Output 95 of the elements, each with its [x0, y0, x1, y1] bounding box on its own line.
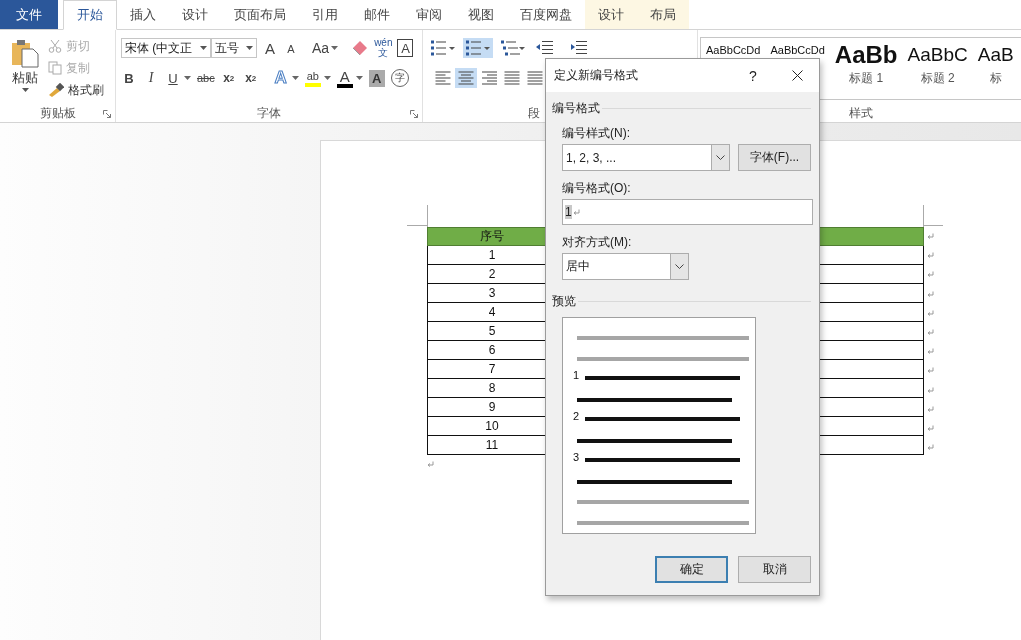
row-end-mark-icon	[927, 328, 934, 336]
ribbon-tab[interactable]: 布局	[637, 0, 689, 29]
paragraph-mark-icon	[427, 461, 434, 468]
italic-button[interactable]: I	[143, 68, 159, 88]
phonetic-guide-button[interactable]: wén 文	[374, 38, 393, 58]
list-icon	[430, 40, 456, 56]
caret-icon[interactable]	[184, 76, 191, 80]
alignment-icon	[435, 71, 451, 85]
row-end-mark-icon	[927, 233, 934, 240]
text-effects-button[interactable]: A	[272, 68, 289, 88]
number-style-dropdown[interactable]: 1, 2, 3, ...	[562, 144, 730, 171]
list-number: 3	[573, 451, 581, 463]
scissors-icon	[48, 39, 62, 53]
group-label: 剪贴板	[39, 104, 76, 122]
shrink-font-button[interactable]: A	[283, 38, 299, 58]
number-format-field[interactable]: 1	[562, 199, 813, 225]
group-label: 段	[528, 104, 540, 122]
list-number: 2	[573, 410, 581, 422]
ok-button[interactable]: 确定	[655, 556, 728, 583]
row-end-mark-icon	[927, 290, 934, 298]
chevron-down-icon	[675, 264, 684, 269]
row-end-mark-icon	[927, 309, 934, 317]
row-end-mark-icon	[927, 386, 934, 394]
row-end-mark-icon	[927, 405, 934, 413]
alignment-icon	[458, 71, 474, 85]
dialog-launcher-icon[interactable]	[410, 110, 418, 118]
alignment-icon	[481, 71, 497, 85]
field-label: 编号格式(O):	[562, 181, 632, 195]
row-end-mark-icon	[927, 271, 934, 279]
eraser-icon[interactable]	[351, 40, 370, 56]
clipboard-icon	[10, 38, 40, 68]
paste-button[interactable]: 粘贴	[8, 36, 42, 104]
font-button[interactable]: 字体(F)...	[738, 144, 811, 171]
row-end-mark-icon	[927, 444, 934, 452]
ribbon-tab[interactable]: 设计	[585, 0, 637, 29]
dialog-launcher-icon[interactable]	[103, 110, 111, 118]
caret-icon[interactable]	[331, 46, 339, 50]
numbering-button[interactable]	[463, 38, 493, 58]
list-icon	[500, 40, 526, 56]
style-item[interactable]: AaBb 标题 1	[829, 38, 903, 99]
ribbon-tab[interactable]: 页面布局	[221, 0, 299, 29]
ribbon-tab[interactable]: 文件	[0, 0, 58, 29]
list-icon	[465, 40, 491, 56]
font-size-field[interactable]: 五号	[211, 38, 257, 58]
close-icon	[791, 70, 803, 81]
ribbon-tab[interactable]: 视图	[455, 0, 507, 29]
alignment-dropdown[interactable]: 居中	[562, 253, 689, 280]
format-painter-button[interactable]: 格式刷	[48, 81, 104, 99]
field-label: 编号样式(N):	[562, 126, 631, 140]
caret-icon	[200, 46, 207, 50]
underline-button[interactable]: U	[165, 68, 181, 88]
row-end-mark-icon	[927, 424, 934, 432]
caret-icon[interactable]	[355, 76, 363, 80]
caret-icon	[246, 46, 253, 50]
character-shading-button[interactable]: A	[368, 69, 385, 87]
ribbon-tab[interactable]: 引用	[299, 0, 351, 29]
ribbon-tab[interactable]: 插入	[117, 0, 169, 29]
highlight-button[interactable]: ab	[304, 69, 321, 87]
caret-icon	[21, 88, 29, 92]
superscript-button[interactable]: x$^{2}$	[242, 68, 259, 88]
font-name-field[interactable]: 宋体 (中文正	[121, 38, 211, 58]
ribbon-tab[interactable]: 邮件	[351, 0, 403, 29]
bullets-button[interactable]	[428, 38, 458, 58]
grow-font-button[interactable]: A	[262, 38, 278, 58]
row-end-mark-icon	[927, 367, 934, 375]
multilevel-button[interactable]	[498, 38, 528, 58]
dialog-title: 定义新编号格式	[554, 67, 639, 84]
change-case-button[interactable]: Aa	[312, 38, 330, 58]
paragraph-mark-icon	[572, 208, 580, 216]
section-heading: 编号格式	[552, 99, 600, 117]
font-color-button[interactable]: A	[336, 68, 353, 88]
alignment-icon	[504, 71, 520, 85]
bold-button[interactable]: B	[121, 68, 137, 88]
list-number: 1	[573, 369, 581, 381]
ribbon-tab[interactable]: 百度网盘	[507, 0, 585, 29]
caret-icon[interactable]	[291, 76, 299, 80]
style-item[interactable]: AaB 标	[972, 38, 1019, 99]
chevron-down-icon	[716, 155, 725, 160]
ribbon-tab[interactable]: 开始	[63, 0, 117, 30]
character-border-button[interactable]: A	[397, 39, 414, 57]
field-label: 对齐方式(M):	[562, 235, 633, 249]
group-label: 字体	[257, 104, 281, 122]
caret-icon[interactable]	[323, 76, 331, 80]
brush-icon	[48, 83, 64, 97]
help-button[interactable]: ?	[743, 65, 763, 86]
alignment-icon	[527, 71, 543, 85]
ribbon-tab[interactable]: 审阅	[403, 0, 455, 29]
copy-icon	[48, 61, 62, 75]
group-label: 样式	[848, 104, 873, 122]
cancel-button[interactable]: 取消	[738, 556, 811, 583]
ribbon-tab[interactable]: 设计	[169, 0, 221, 29]
row-end-mark-icon	[927, 348, 934, 356]
row-end-mark-icon	[927, 252, 934, 260]
style-item[interactable]: AaBbC 标题 2	[902, 38, 973, 99]
strikethrough-button[interactable]: abc	[197, 68, 215, 88]
